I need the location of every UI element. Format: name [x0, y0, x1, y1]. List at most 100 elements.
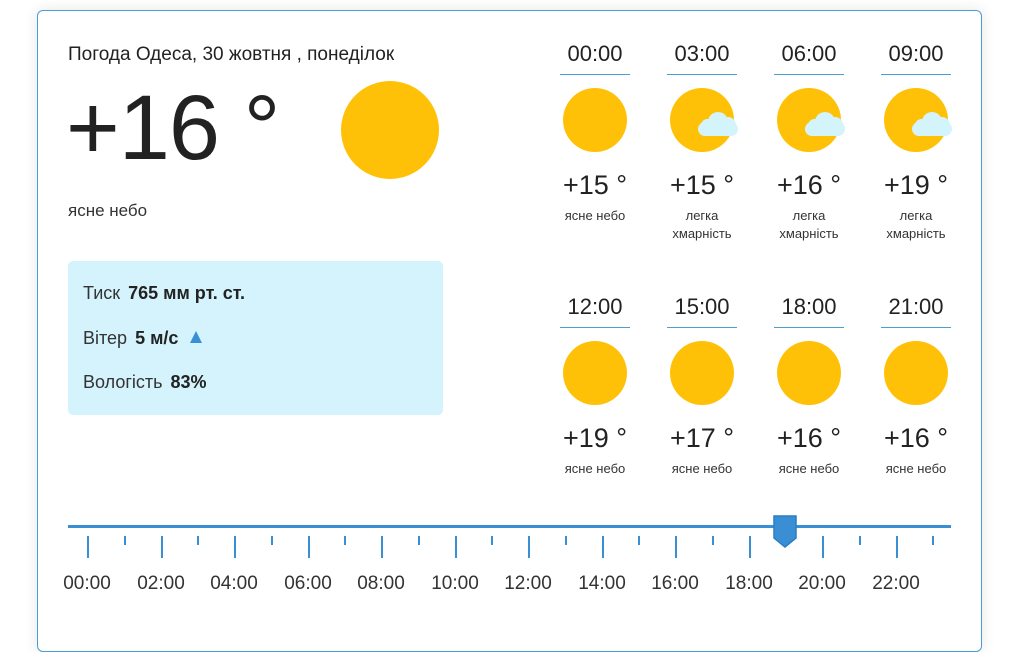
hour-condition: легка хмарність — [886, 208, 946, 241]
timeline-tick — [859, 536, 861, 545]
timeline-label[interactable]: 06:00 — [273, 573, 343, 595]
timeline-tick — [124, 536, 126, 545]
timeline-tick — [381, 536, 383, 558]
hour-time: 03:00 — [674, 41, 730, 66]
cloud-icon — [805, 110, 845, 136]
hour-temperature: +19 ° — [562, 423, 628, 453]
timeline-tick — [87, 536, 89, 558]
timeline-tick — [565, 536, 567, 545]
timeline-label[interactable]: 22:00 — [861, 573, 931, 595]
sun-icon — [341, 81, 439, 179]
timeline-tick — [822, 536, 824, 558]
sun-cloud-icon — [777, 88, 845, 152]
timeline-tick — [161, 536, 163, 558]
sun-icon — [777, 341, 841, 405]
wind-row: Вітер 5 м/с — [83, 328, 203, 349]
wind-value: 5 м/с — [135, 328, 179, 348]
timeline-label[interactable]: 20:00 — [787, 573, 857, 595]
timeline-slider-handle[interactable] — [772, 514, 798, 548]
timeline-label[interactable]: 04:00 — [199, 573, 269, 595]
details-panel: Тиск 765 мм рт. ст. Вітер 5 м/с Вологість 8… — [68, 261, 443, 415]
timeline-tick — [528, 536, 530, 558]
hour-temperature: +16 ° — [883, 423, 949, 453]
hour-time: 15:00 — [674, 294, 730, 319]
timeline-label[interactable]: 16:00 — [640, 573, 710, 595]
timeline-tick — [455, 536, 457, 558]
page-title: Погода Одеса, 30 жовтня , понеділок — [68, 44, 395, 65]
humidity-value: 83% — [170, 372, 207, 392]
hour-temperature: +19 ° — [883, 170, 949, 200]
timeline-tick — [197, 536, 199, 545]
sun-icon — [563, 88, 627, 152]
timeline-label[interactable]: 14:00 — [567, 573, 637, 595]
timeline-label[interactable]: 02:00 — [126, 573, 196, 595]
timeline-label[interactable]: 00:00 — [52, 573, 122, 595]
timeline-tick — [344, 536, 346, 545]
hour-forecast-item: 15:00 +17 ° ясне небо — [657, 293, 747, 478]
timeline-tick — [271, 536, 273, 545]
hour-condition: ясне небо — [885, 461, 947, 476]
sun-icon — [670, 341, 734, 405]
hour-forecast-item: 12:00 +19 ° ясне небо — [550, 293, 640, 478]
hour-time: 12:00 — [567, 294, 623, 319]
pressure-value: 765 мм рт. ст. — [128, 283, 246, 303]
timeline-track[interactable] — [68, 525, 951, 528]
hour-temperature: +17 ° — [669, 423, 735, 453]
hour-forecast-item: 18:00 +16 ° ясне небо — [764, 293, 854, 478]
timeline-tick — [638, 536, 640, 545]
hour-divider — [881, 74, 951, 75]
timeline-tick — [675, 536, 677, 558]
sun-icon — [884, 341, 948, 405]
hour-forecast-item: 21:00 +16 ° ясне небо — [871, 293, 961, 478]
sun-icon — [884, 341, 948, 405]
pressure-label: Тиск — [83, 283, 121, 303]
humidity-label: Вологість — [83, 372, 163, 392]
hour-temperature: +16 ° — [776, 423, 842, 453]
sun-icon — [563, 341, 627, 405]
cloud-icon — [912, 110, 952, 136]
sun-icon — [670, 341, 734, 405]
timeline-tick — [234, 536, 236, 558]
timeline-label[interactable]: 18:00 — [714, 573, 784, 595]
timeline-label[interactable]: 10:00 — [420, 573, 490, 595]
timeline-tick — [491, 536, 493, 545]
timeline-tick — [602, 536, 604, 558]
timeline-label[interactable]: 12:00 — [493, 573, 563, 595]
cloud-icon — [698, 110, 738, 136]
timeline-tick — [418, 536, 420, 545]
wind-label: Вітер — [83, 328, 128, 348]
hour-temperature: +15 ° — [562, 170, 628, 200]
sun-cloud-icon — [670, 88, 738, 152]
hour-forecast-item: 06:00 +16 ° легка хмарність — [764, 40, 854, 243]
timeline-tick — [932, 536, 934, 545]
current-temperature: +16 ° — [66, 77, 280, 179]
pressure-row: Тиск 765 мм рт. ст. — [83, 283, 245, 304]
hour-condition: легка хмарність — [672, 208, 732, 241]
timeline-tick — [749, 536, 751, 558]
hour-time: 21:00 — [888, 294, 944, 319]
humidity-row: Вологість 83% — [83, 372, 207, 393]
hour-condition: ясне небо — [778, 461, 840, 476]
sun-icon — [563, 341, 627, 405]
hour-condition: ясне небо — [564, 461, 626, 476]
hour-temperature: +16 ° — [776, 170, 842, 200]
hour-condition: ясне небо — [564, 208, 626, 223]
hour-time: 18:00 — [781, 294, 837, 319]
wind-direction-arrow-icon — [190, 331, 203, 344]
timeline-tick — [712, 536, 714, 545]
sun-icon — [563, 88, 627, 152]
hour-condition: ясне небо — [671, 461, 733, 476]
hour-temperature: +15 ° — [669, 170, 735, 200]
sun-icon — [777, 341, 841, 405]
hour-forecast-item: 09:00 +19 ° легка хмарність — [871, 40, 961, 243]
hour-forecast-item: 03:00 +15 ° легка хмарність — [657, 40, 747, 243]
sun-cloud-icon — [884, 88, 952, 152]
hour-forecast-item: 00:00 +15 ° ясне небо — [550, 40, 640, 225]
hour-divider — [881, 327, 951, 328]
current-condition: ясне небо — [68, 201, 148, 220]
timeline-label[interactable]: 08:00 — [346, 573, 416, 595]
timeline-tick — [308, 536, 310, 558]
hour-divider — [560, 327, 630, 328]
hour-time: 00:00 — [567, 41, 623, 66]
timeline-tick — [896, 536, 898, 558]
